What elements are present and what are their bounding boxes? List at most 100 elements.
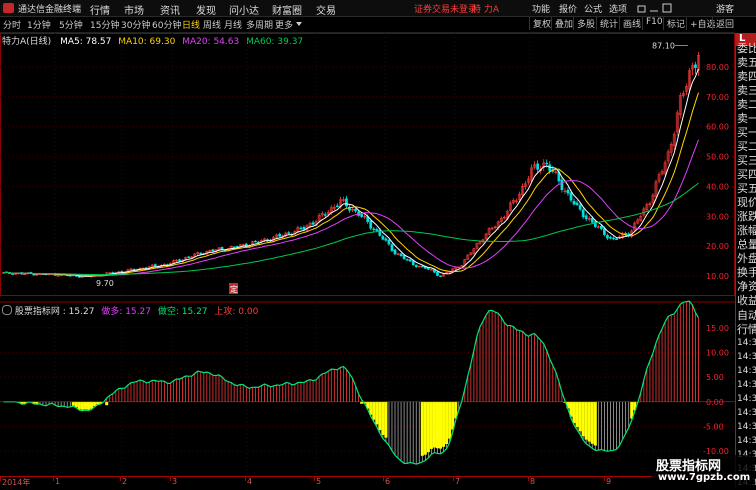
indicator-axis-label: 15.00 (706, 324, 729, 333)
candle-body (436, 272, 438, 276)
indicator-yellow-bar (84, 402, 87, 410)
kline-chart[interactable]: 80.0070.0060.0050.0040.0030.0020.0010.00… (0, 33, 735, 476)
menu-market[interactable]: 市场 (124, 2, 144, 17)
tool-stats[interactable]: 统计 (596, 17, 621, 30)
period-5min[interactable]: 5分钟 (59, 18, 83, 31)
indicator-yellow-bar (576, 402, 579, 427)
candle-body (585, 216, 587, 219)
menu-quotes[interactable]: 行情 (90, 2, 110, 17)
indicator-yellow-bar (439, 402, 442, 449)
watermark-url: www.7gpzb.com (658, 472, 750, 483)
indicator-yellow-bar (375, 402, 378, 424)
date-label: 3 (172, 477, 177, 486)
indicator-axis-label: 5.00 (706, 373, 724, 382)
indicator-yellow-bar (72, 402, 75, 406)
date-label: 4 (247, 477, 252, 486)
app-logo-icon (3, 3, 14, 13)
menu-function[interactable]: 功能 (532, 2, 550, 15)
guest-label[interactable]: 游客 (716, 2, 734, 15)
date-tick (314, 477, 315, 481)
candle-body (549, 165, 551, 171)
candle-body (561, 180, 563, 190)
period-15min[interactable]: 15分钟 (90, 18, 119, 31)
candle-body (579, 205, 581, 209)
indicator-yellow-bar (384, 402, 387, 438)
candle-body (254, 241, 256, 242)
period-daily[interactable]: 日线 (182, 18, 200, 31)
candle-body (603, 229, 605, 235)
sidebar-item: 卖三 (737, 84, 756, 97)
sidebar-item: 总量 (737, 238, 756, 251)
period-1min[interactable]: 1分钟 (27, 18, 51, 31)
tool-back[interactable]: 返回 (712, 17, 737, 30)
tool-draw[interactable]: 画线 (619, 17, 644, 30)
ma10-line (4, 93, 699, 276)
sidebar-item: 14:35 (737, 379, 756, 392)
menu-formula[interactable]: 公式 (584, 2, 602, 15)
broker-status[interactable]: 证券交易未登录 (414, 2, 477, 15)
candle-body (376, 229, 378, 230)
period-monthly[interactable]: 月线 (224, 18, 242, 31)
indicator-yellow-bar (78, 402, 81, 410)
candle-body (382, 236, 384, 239)
tool-multi-stock[interactable]: 多股 (573, 17, 598, 30)
period-30min[interactable]: 30分钟 (121, 18, 150, 31)
indicator-yellow-bar (372, 402, 375, 420)
candle-body (406, 259, 408, 260)
candle-body (570, 193, 572, 200)
period-multi[interactable]: 多周期 (246, 18, 273, 31)
date-tick (604, 477, 605, 481)
candle-body (288, 233, 290, 234)
candle-body (606, 235, 608, 238)
candle-body (439, 276, 441, 277)
menu-ask[interactable]: 问小达 (229, 2, 259, 17)
date-tick (120, 477, 121, 481)
candle-body (615, 239, 617, 240)
menu-wealth[interactable]: 财富圈 (272, 2, 302, 17)
indicator-yellow-bar (75, 402, 78, 407)
date-label: 6 (385, 477, 390, 486)
sidebar-item: 自动 (737, 309, 756, 322)
indicator-yellow-bar (588, 402, 591, 442)
date-tick (528, 477, 529, 481)
menu-options[interactable]: 选项 (609, 2, 627, 15)
date-tick (0, 477, 1, 481)
period-weekly[interactable]: 周线 (203, 18, 221, 31)
indicator-yellow-bar (424, 402, 427, 455)
indicator-yellow-bar (582, 402, 585, 436)
period-60min[interactable]: 60分钟 (152, 18, 181, 31)
price-axis-label: 30.00 (706, 212, 729, 221)
candle-body (221, 247, 223, 249)
period-timeshare[interactable]: 分时 (3, 18, 21, 31)
sidebar-item: 14:35 (737, 351, 756, 364)
indicator-yellow-bar (105, 402, 108, 405)
menu-trade[interactable]: 交易 (316, 2, 336, 17)
candle-body (591, 218, 593, 222)
menu-report[interactable]: 报价 (559, 2, 577, 15)
period-more[interactable]: 更多 (275, 18, 293, 31)
sidebar-item: 14:35 (737, 421, 756, 434)
candle-body (188, 257, 190, 258)
indicator-yellow-bar (585, 402, 588, 440)
sidebar-item: 涨跌 (737, 210, 756, 223)
sidebar-item: 换手 (737, 266, 756, 279)
indicator-axis-label: 0.00 (706, 398, 724, 407)
candle-body (200, 253, 202, 254)
event-marker-label: 定 (230, 284, 238, 294)
maximize-icon (663, 4, 671, 12)
app-title: 通达信金融终端 (18, 2, 81, 15)
sidebar-item: 买二 (737, 140, 756, 153)
candle-body (582, 210, 584, 217)
candle-body (373, 229, 375, 230)
date-tick (170, 477, 171, 481)
candle-body (600, 226, 602, 228)
candle-body (388, 240, 390, 244)
indicator-yellow-bar (378, 402, 381, 430)
menu-discover[interactable]: 发现 (196, 2, 216, 17)
candle-body (178, 260, 180, 262)
menu-news[interactable]: 资讯 (160, 2, 180, 17)
sidebar-item: 涨幅 (737, 224, 756, 237)
indicator-yellow-bar (442, 402, 445, 447)
candle-body (412, 261, 414, 265)
tool-mark[interactable]: 标记 (663, 17, 688, 30)
